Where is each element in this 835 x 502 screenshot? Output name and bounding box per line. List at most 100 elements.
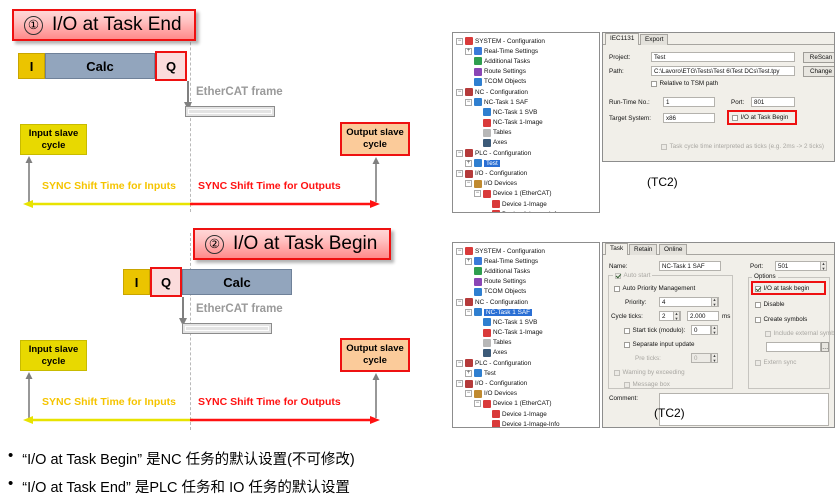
collapse-icon[interactable]: −: [456, 170, 463, 178]
tree-node[interactable]: NC-Task 1-Image: [456, 118, 597, 128]
tab-task[interactable]: Task: [605, 243, 629, 255]
tree-node[interactable]: NC-Task 1 SVB: [456, 317, 597, 327]
tree-node[interactable]: − I/O Devices: [456, 179, 597, 189]
tree-node-icon: [483, 338, 491, 347]
button-browse-symbols[interactable]: …: [821, 342, 829, 352]
caption-tc2-2: (TC2): [654, 406, 685, 420]
tree-node[interactable]: − PLC - Configuration: [456, 148, 597, 158]
collapse-icon[interactable]: −: [456, 149, 463, 157]
tree-node[interactable]: − Device 1 (EtherCAT): [456, 189, 597, 199]
tree-node[interactable]: NC-Task 1 SVB: [456, 107, 597, 117]
tab-export[interactable]: Export: [640, 34, 669, 45]
tree-node-icon: [483, 118, 491, 127]
tree-node[interactable]: − NC-Task 1 SAF: [456, 307, 597, 317]
tree-node[interactable]: + Test: [456, 158, 597, 168]
tree-node[interactable]: + Real-Time Settings: [456, 256, 597, 266]
tree-node[interactable]: Tables: [456, 338, 597, 348]
spinner-cycle-ticks[interactable]: ▲ ▼: [673, 311, 680, 321]
checkbox-separate-input-update[interactable]: Separate input update: [624, 341, 694, 348]
tree-node[interactable]: − SYSTEM - Configuration: [456, 246, 597, 256]
checkbox-label: Auto Priority Management: [622, 285, 696, 292]
tree-node[interactable]: − I/O - Configuration: [456, 168, 597, 178]
collapse-icon[interactable]: −: [456, 298, 463, 306]
collapse-icon[interactable]: −: [474, 400, 481, 408]
tree-node[interactable]: + Test: [456, 368, 597, 378]
tree-node[interactable]: TCOM Objects: [456, 77, 597, 87]
tree-node[interactable]: NC-Task 1-Image: [456, 328, 597, 338]
tree-node[interactable]: Axes: [456, 138, 597, 148]
checkbox-box: [755, 301, 761, 308]
project-tree-1[interactable]: − SYSTEM - Configuration + Real-Time Settin…: [452, 32, 600, 213]
label-priority: Priority:: [625, 299, 647, 306]
label-path: Path:: [609, 68, 624, 75]
checkbox-io-at-task-begin-1[interactable]: I/O at Task Begin: [732, 114, 788, 121]
collapse-icon[interactable]: −: [465, 308, 472, 316]
tree-node[interactable]: Route Settings: [456, 277, 597, 287]
collapse-icon[interactable]: −: [465, 98, 472, 106]
expand-icon[interactable]: +: [465, 369, 472, 377]
tree-node[interactable]: TCOM Objects: [456, 287, 597, 297]
tab-online[interactable]: Online: [659, 244, 688, 255]
project-tree-2[interactable]: − SYSTEM - Configuration + Real-Time Settin…: [452, 242, 600, 428]
tree-node[interactable]: Additional Tasks: [456, 56, 597, 66]
tree-node-icon: [465, 298, 473, 307]
tree-node[interactable]: Device 1-Image-Info: [456, 209, 597, 212]
tree-node-label: PLC - Configuration: [475, 359, 532, 367]
collapse-icon[interactable]: −: [474, 190, 481, 198]
checkbox-io-at-task-begin-2[interactable]: I/O at task begin: [755, 285, 809, 292]
tree-node[interactable]: + Real-Time Settings: [456, 46, 597, 56]
tab-retain[interactable]: Retain: [629, 244, 658, 255]
input-name[interactable]: NC-Task 1 SAF: [659, 261, 721, 271]
tree-node[interactable]: Route Settings: [456, 67, 597, 77]
input-runtime-no[interactable]: 1: [663, 97, 715, 107]
tree-node-icon: [474, 389, 482, 398]
tree-node[interactable]: − I/O - Configuration: [456, 378, 597, 388]
button-rescan[interactable]: ReScan: [803, 52, 834, 63]
checkbox-box: [624, 327, 630, 334]
tree-node[interactable]: Axes: [456, 348, 597, 358]
input-slave-line2-2: cycle: [41, 355, 66, 367]
tree-node[interactable]: Additional Tasks: [456, 266, 597, 276]
tab-iec1131[interactable]: IEC1131: [605, 33, 640, 45]
expand-icon[interactable]: +: [465, 47, 472, 55]
tree-node[interactable]: − NC - Configuration: [456, 87, 597, 97]
collapse-icon[interactable]: −: [456, 359, 463, 367]
expand-icon[interactable]: +: [465, 159, 472, 167]
input-priority[interactable]: 4: [659, 297, 719, 307]
tree-node[interactable]: Device 1-Image: [456, 409, 597, 419]
collapse-icon[interactable]: −: [456, 380, 463, 388]
input-project[interactable]: Test: [651, 52, 795, 62]
tree-node[interactable]: Device 1-Image: [456, 199, 597, 209]
input-target-system[interactable]: x86: [663, 113, 715, 123]
input-port[interactable]: 801: [751, 97, 795, 107]
collapse-icon[interactable]: −: [456, 37, 463, 45]
bullet-item-2: • “I/O at Task End” 是PLC 任务和 IO 任务的默认设置: [8, 475, 350, 497]
collapse-icon[interactable]: −: [465, 180, 472, 188]
spinner-port[interactable]: ▲ ▼: [820, 261, 827, 271]
input-path[interactable]: C:\Lavoro\ETG\Tests\Test 6\Test DCs\Test…: [651, 66, 795, 76]
checkbox-relative-tsm[interactable]: Relative to TSM path: [651, 80, 718, 87]
collapse-icon[interactable]: −: [456, 247, 463, 255]
tree-node[interactable]: Tables: [456, 128, 597, 138]
input-external-symbols-file[interactable]: [766, 342, 821, 352]
checkbox-create-symbols[interactable]: Create symbols: [755, 316, 807, 323]
tree-node[interactable]: Device 1-Image-Info: [456, 419, 597, 427]
collapse-icon[interactable]: −: [465, 390, 472, 398]
tree-node[interactable]: − I/O Devices: [456, 389, 597, 399]
tree-node[interactable]: − SYSTEM - Configuration: [456, 36, 597, 46]
label-name: Name:: [609, 263, 628, 270]
checkbox-start-tick-modulo[interactable]: Start tick (modulo):: [624, 327, 685, 334]
checkbox-auto-priority-management[interactable]: Auto Priority Management: [614, 285, 695, 292]
tree-node[interactable]: − Device 1 (EtherCAT): [456, 399, 597, 409]
collapse-icon[interactable]: −: [456, 88, 463, 96]
button-change[interactable]: Change: [803, 66, 834, 77]
checkbox-disable[interactable]: Disable: [755, 301, 785, 308]
tree-node[interactable]: − NC-Task 1 SAF: [456, 97, 597, 107]
input-cycle-time-ms[interactable]: 2.000: [687, 311, 719, 321]
input-start-tick[interactable]: 0: [691, 325, 711, 335]
tree-node[interactable]: − NC - Configuration: [456, 297, 597, 307]
expand-icon[interactable]: +: [465, 257, 472, 265]
spinner-start-tick[interactable]: ▲ ▼: [711, 325, 718, 335]
spinner-priority[interactable]: ▲ ▼: [711, 297, 718, 307]
tree-node[interactable]: − PLC - Configuration: [456, 358, 597, 368]
